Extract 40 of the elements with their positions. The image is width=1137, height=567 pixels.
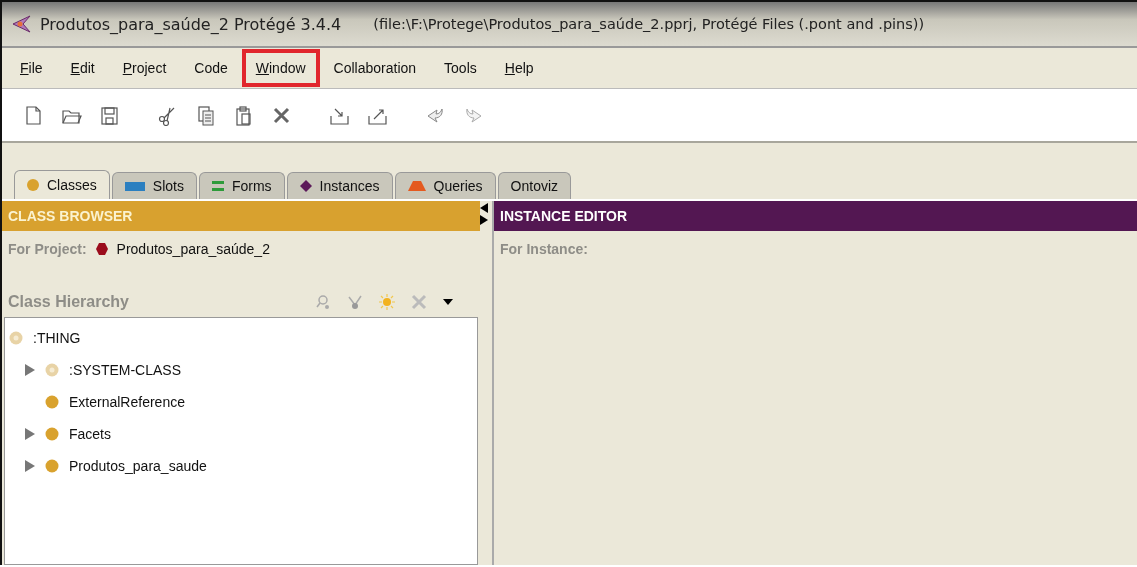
menu-item[interactable]: Tools bbox=[430, 49, 491, 87]
tab[interactable]: Classes bbox=[14, 170, 110, 199]
class-icon bbox=[27, 179, 39, 191]
tab[interactable]: Slots bbox=[111, 172, 197, 199]
menu-item[interactable]: Help bbox=[490, 49, 548, 87]
tree-item[interactable]: Facets bbox=[69, 426, 111, 442]
instance-label: For Instance: bbox=[500, 241, 588, 257]
tree-item[interactable]: Produtos_para_saude bbox=[69, 458, 207, 474]
app-logo-icon bbox=[10, 13, 32, 35]
menu-item[interactable]: Code bbox=[180, 49, 242, 87]
panel-header: CLASS BROWSER bbox=[2, 201, 480, 231]
tab[interactable]: Forms bbox=[198, 172, 285, 199]
menu-item[interactable]: Edit bbox=[56, 49, 109, 87]
tree-item[interactable]: :THING bbox=[33, 330, 81, 346]
instance-icon bbox=[299, 180, 312, 192]
dropdown-caret-icon[interactable] bbox=[442, 298, 454, 306]
menu-item[interactable]: Window bbox=[241, 49, 320, 87]
form-icon bbox=[211, 181, 224, 191]
subclass-icon[interactable] bbox=[346, 293, 364, 311]
menu-item[interactable]: File bbox=[6, 49, 57, 87]
tree-item[interactable]: ExternalReference bbox=[69, 394, 185, 410]
expand-arrow-icon[interactable] bbox=[25, 460, 35, 472]
hierarchy-label: Class Hierarchy bbox=[8, 293, 129, 311]
slot-icon bbox=[124, 181, 145, 191]
project-icon bbox=[94, 242, 109, 256]
menu-item[interactable]: Collaboration bbox=[319, 49, 431, 87]
tab[interactable]: Instances bbox=[286, 172, 393, 199]
project-label: For Project: bbox=[8, 241, 87, 257]
tab[interactable]: Ontoviz bbox=[497, 172, 572, 199]
tree-item[interactable]: :SYSTEM-CLASS bbox=[69, 362, 182, 378]
project-file-path: (file:\F:\Protege\Produtos_para_saúde_2.pprj, Protégé Files (.pont and .pins)) bbox=[373, 16, 925, 32]
query-icon bbox=[407, 181, 426, 191]
menu-item[interactable]: Project bbox=[108, 49, 181, 87]
tab[interactable]: Queries bbox=[394, 172, 496, 199]
save-icon[interactable] bbox=[98, 104, 120, 126]
window-title: Produtos_para_saúde_2 Protégé 3.4.4 bbox=[40, 14, 342, 34]
panel-header: INSTANCE EDITOR bbox=[494, 201, 1137, 231]
expand-arrow-icon[interactable] bbox=[25, 364, 35, 376]
project-name: Produtos_para_saúde_2 bbox=[116, 241, 270, 257]
expand-arrow-icon[interactable] bbox=[25, 428, 35, 440]
